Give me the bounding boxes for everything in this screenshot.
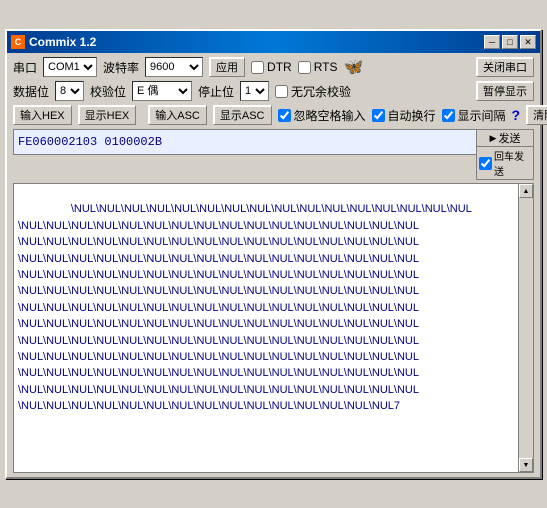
- send-icon: ▶: [490, 133, 497, 144]
- stopbits-label: 停止位: [198, 83, 234, 100]
- carriage-return-label: 回车发送: [494, 148, 531, 178]
- pause-display-button[interactable]: 暂停显示: [476, 81, 534, 101]
- show-hex-button[interactable]: 显示HEX: [78, 105, 137, 125]
- butterfly-icon: 🦋: [344, 57, 364, 77]
- no-redundancy-label: 无冗余校验: [291, 83, 351, 100]
- baud-label: 波特率: [103, 59, 139, 76]
- input-send-container: ▶ 发送 回车发送: [13, 129, 534, 180]
- send-label: 发送: [498, 130, 520, 146]
- title-buttons: ─ □ ✕: [484, 35, 536, 49]
- hex-input[interactable]: [13, 129, 476, 155]
- minimize-button[interactable]: ─: [484, 35, 500, 49]
- auto-wrap-group: 自动换行: [372, 107, 436, 124]
- stopbits-select[interactable]: 1 2: [240, 81, 269, 101]
- title-bar-title: C Commix 1.2: [11, 35, 96, 49]
- app-icon: C: [11, 35, 25, 49]
- databits-label: 数据位: [13, 83, 49, 100]
- output-scrollbar[interactable]: ▲ ▼: [518, 183, 534, 473]
- baud-field-group: 9600 19200 115200: [145, 57, 203, 77]
- baud-select[interactable]: 9600 19200 115200: [145, 57, 203, 77]
- auto-wrap-label: 自动换行: [388, 107, 436, 124]
- show-interval-group: 显示间隔: [442, 107, 506, 124]
- databits-select[interactable]: 8 7: [55, 81, 84, 101]
- carriage-return-checkbox[interactable]: [479, 157, 492, 170]
- title-bar: C Commix 1.2 ─ □ ✕: [7, 31, 540, 53]
- scroll-up-arrow[interactable]: ▲: [519, 184, 533, 198]
- ignore-space-checkbox[interactable]: [278, 109, 291, 122]
- input-asc-button[interactable]: 输入ASC: [148, 105, 207, 125]
- scroll-down-arrow[interactable]: ▼: [519, 458, 533, 472]
- main-window: C Commix 1.2 ─ □ ✕ 串口 COM1 COM2 COM3 波特率: [5, 29, 542, 479]
- auto-wrap-checkbox[interactable]: [372, 109, 385, 122]
- row-tools: 输入HEX 显示HEX 输入ASC 显示ASC 忽略空格输入 自动换行 显示间隔…: [13, 105, 534, 125]
- content-area: 串口 COM1 COM2 COM3 波特率 9600 19200 115200 …: [7, 53, 540, 477]
- window-title: Commix 1.2: [29, 35, 96, 49]
- row-port-baud: 串口 COM1 COM2 COM3 波特率 9600 19200 115200 …: [13, 57, 534, 77]
- maximize-button[interactable]: □: [502, 35, 518, 49]
- dtr-checkbox[interactable]: [251, 61, 264, 74]
- dtr-label: DTR: [267, 60, 292, 74]
- row-databits: 数据位 8 7 校验位 E 偶 O 奇 N 无 停止位 1 2 无冗余校验 暂停…: [13, 81, 534, 101]
- carriage-return-row: 回车发送: [477, 147, 533, 179]
- dtr-checkbox-group: DTR: [251, 60, 292, 74]
- clear-display-button[interactable]: 清除显示: [526, 105, 547, 125]
- show-interval-checkbox[interactable]: [442, 109, 455, 122]
- send-button[interactable]: ▶ 发送: [477, 130, 533, 147]
- rts-label: RTS: [314, 60, 338, 74]
- close-window-button[interactable]: ✕: [520, 35, 536, 49]
- send-group: ▶ 发送 回车发送: [476, 129, 534, 180]
- port-label: 串口: [13, 59, 37, 76]
- no-redundancy-checkbox[interactable]: [275, 85, 288, 98]
- parity-select[interactable]: E 偶 O 奇 N 无: [132, 81, 192, 101]
- close-port-button[interactable]: 关闭串口: [476, 57, 534, 77]
- parity-label: 校验位: [90, 83, 126, 100]
- output-display[interactable]: \NUL\NUL\NUL\NUL\NUL\NUL\NUL\NUL\NUL\NUL…: [13, 183, 518, 473]
- rts-checkbox[interactable]: [298, 61, 311, 74]
- help-icon[interactable]: ?: [512, 107, 521, 123]
- output-text: \NUL\NUL\NUL\NUL\NUL\NUL\NUL\NUL\NUL\NUL…: [18, 203, 472, 412]
- no-redundancy-group: 无冗余校验: [275, 83, 351, 100]
- input-hex-button[interactable]: 输入HEX: [13, 105, 72, 125]
- ignore-space-label: 忽略空格输入: [294, 107, 366, 124]
- show-asc-button[interactable]: 显示ASC: [213, 105, 272, 125]
- ignore-space-group: 忽略空格输入: [278, 107, 366, 124]
- port-select[interactable]: COM1 COM2 COM3: [43, 57, 97, 77]
- output-container: \NUL\NUL\NUL\NUL\NUL\NUL\NUL\NUL\NUL\NUL…: [13, 183, 534, 473]
- port-field-group: COM1 COM2 COM3: [43, 57, 97, 77]
- apply-button[interactable]: 应用: [209, 57, 245, 77]
- show-interval-label: 显示间隔: [458, 107, 506, 124]
- rts-checkbox-group: RTS: [298, 60, 338, 74]
